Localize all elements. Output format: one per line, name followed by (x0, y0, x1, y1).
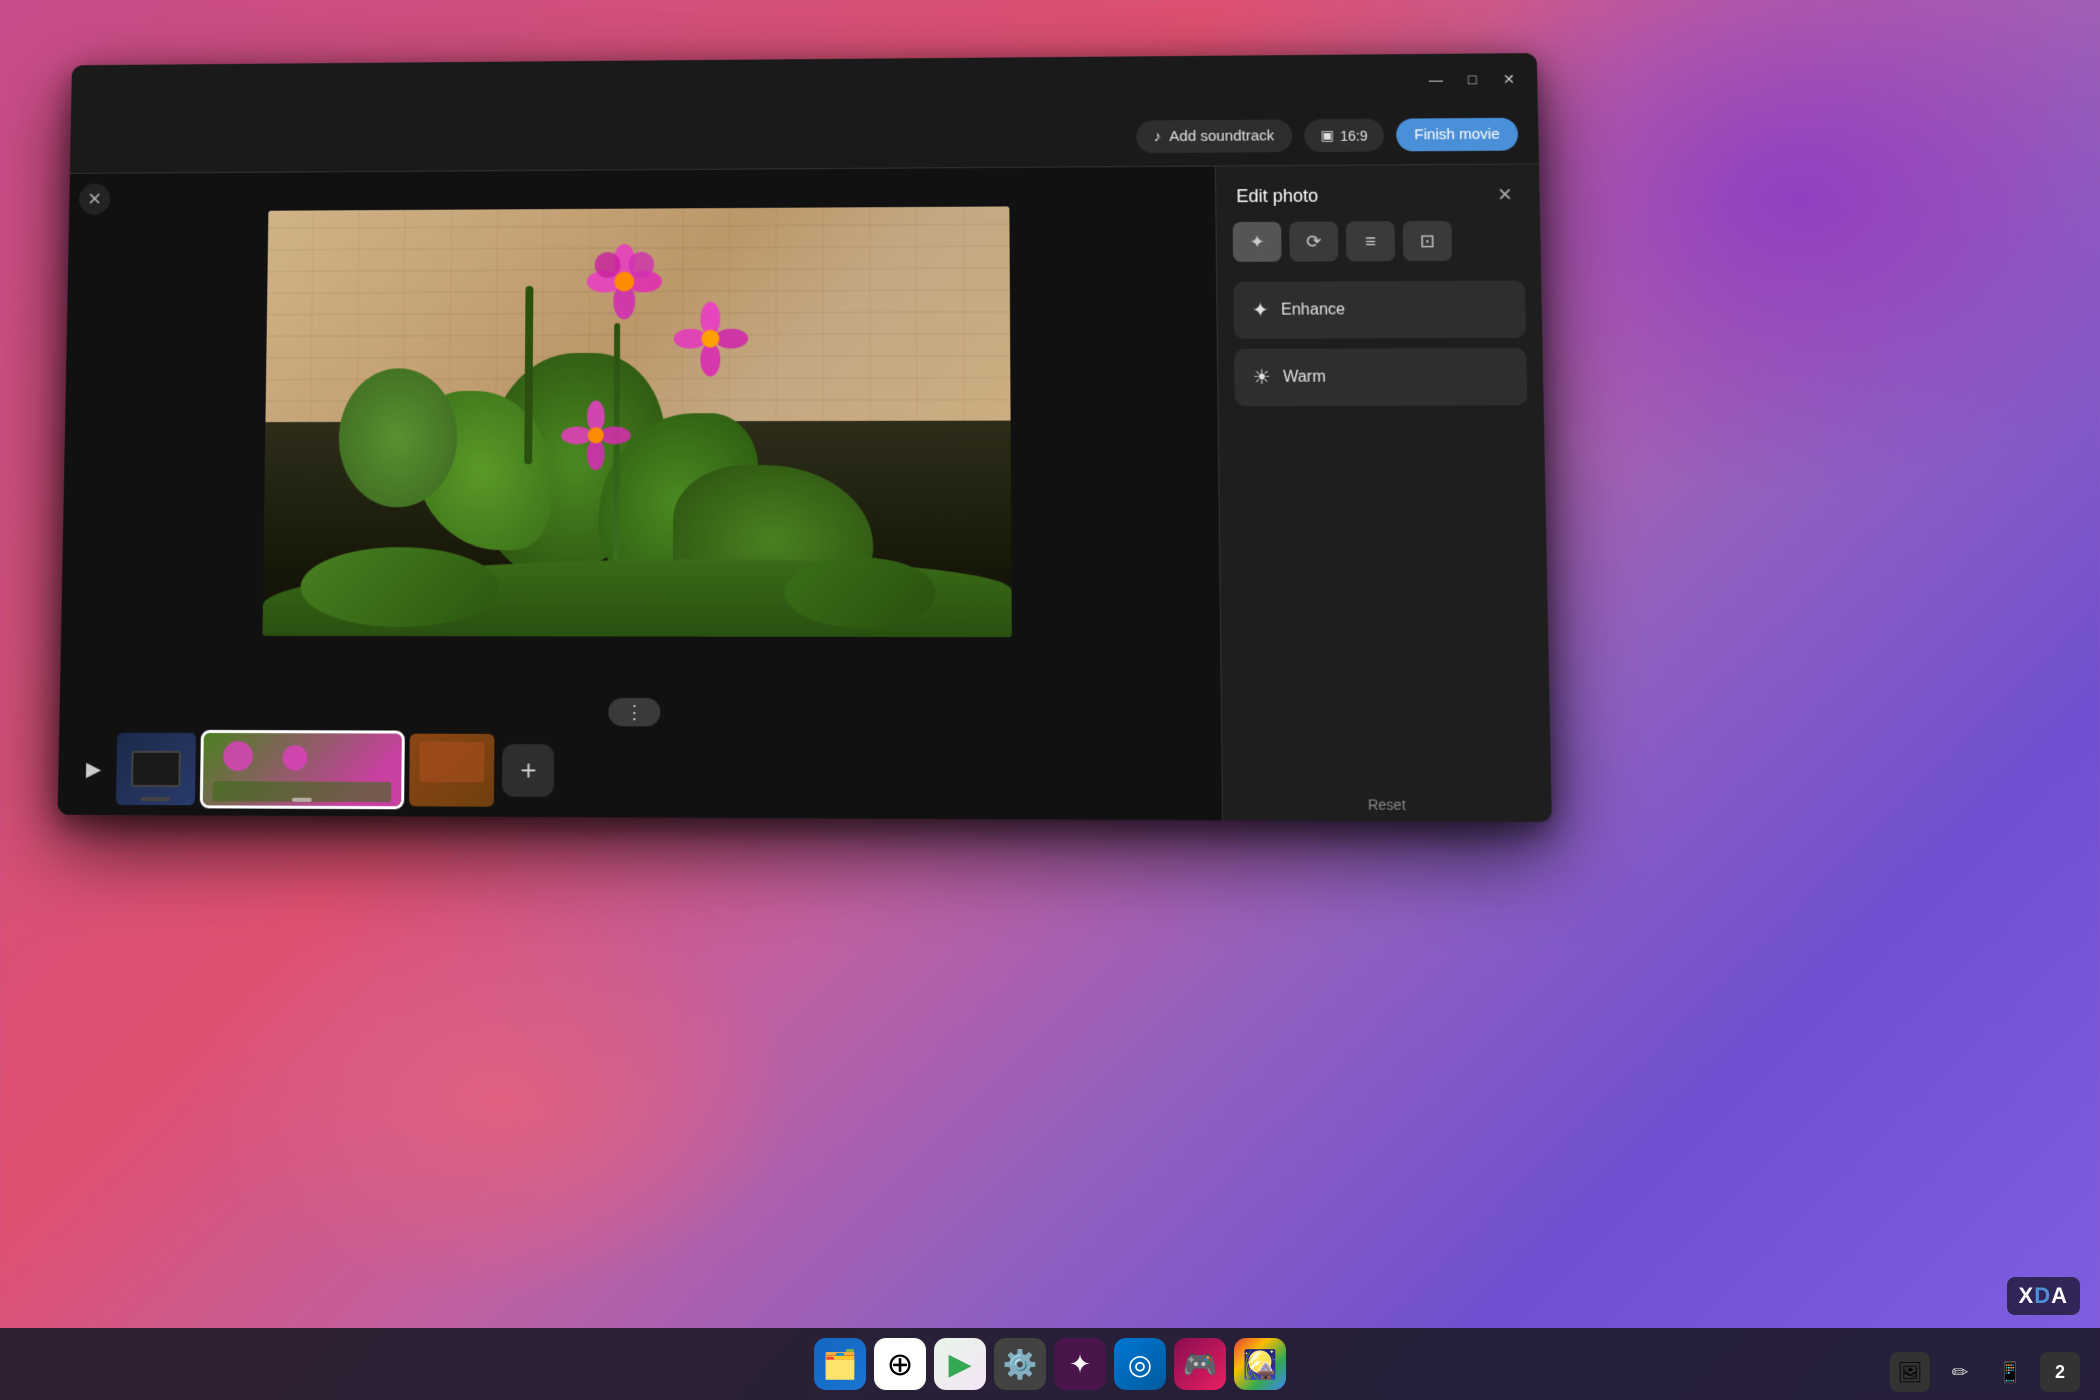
taskbar: 🗂️ ⊕ ▶ ⚙️ ✦ ◎ 🎮 🎑 🖼 ✏ 📱 2 (0, 1328, 2100, 1400)
add-icon: + (520, 754, 537, 786)
badge-number: 2 (2055, 1362, 2065, 1383)
add-soundtrack-label: Add soundtrack (1169, 127, 1274, 145)
flower-lower (561, 400, 631, 470)
clip-3[interactable] (409, 734, 494, 807)
warm-label: Warm (1283, 368, 1326, 386)
chrome-icon: ⊕ (887, 1345, 914, 1383)
app-window: — □ ✕ ♪ Add soundtrack ▣ 16:9 Finish mov… (58, 53, 1552, 822)
tab-adjust[interactable]: ≡ (1346, 221, 1395, 261)
enhance-label: Enhance (1281, 301, 1345, 319)
taskbar-edge[interactable]: ◎ (1114, 1338, 1166, 1390)
xda-watermark: XDA (2007, 1277, 2080, 1315)
finish-movie-label: Finish movie (1414, 126, 1500, 144)
clip-2[interactable] (203, 733, 402, 806)
xda-d: D (2034, 1283, 2051, 1308)
ratio-label: 16:9 (1340, 127, 1368, 143)
aspect-ratio-button[interactable]: ▣ 16:9 (1304, 119, 1384, 152)
taskbar-chrome[interactable]: ⊕ (874, 1338, 926, 1390)
top-toolbar: ♪ Add soundtrack ▣ 16:9 Finish movie (70, 105, 1539, 174)
files-icon: 🗂️ (823, 1348, 858, 1381)
close-button[interactable]: ✕ (1492, 65, 1525, 93)
finish-movie-button[interactable]: Finish movie (1396, 118, 1519, 152)
edit-panel: Edit photo ✕ ✦ ⟳ ≡ ⊡ ✦ Enhance (1215, 164, 1552, 822)
taskbar-photos[interactable]: 🎑 (1234, 1338, 1286, 1390)
taskbar-slack[interactable]: ✦ (1054, 1338, 1106, 1390)
play-store-icon: ▶ (948, 1347, 971, 1382)
play-button[interactable]: ▶ (78, 748, 110, 789)
ground-cover-1 (300, 548, 499, 628)
flower-top (584, 242, 664, 321)
tab-rotate[interactable]: ⟳ (1289, 221, 1338, 261)
taskbar-files[interactable]: 🗂️ (814, 1338, 866, 1390)
video-preview: ✕ (60, 167, 1220, 678)
sparkle-icon: ✦ (1249, 231, 1265, 252)
tab-crop[interactable]: ⊡ (1403, 221, 1452, 261)
timeline-area: ⋮ ▶ (58, 674, 1222, 820)
crop-icon: ⊡ (1420, 230, 1436, 251)
ground-cover-2 (785, 558, 936, 629)
main-content: ✕ (58, 167, 1222, 821)
sliders-icon: ≡ (1365, 231, 1376, 252)
close-icon: ✕ (1497, 184, 1513, 205)
preview-image (262, 206, 1011, 637)
edge-icon: ◎ (1128, 1348, 1152, 1381)
xda-a: A (2051, 1283, 2068, 1308)
edit-panel-title: Edit photo (1236, 185, 1318, 206)
timeline-strip: ▶ + (58, 732, 1222, 810)
plant-scene (262, 206, 1011, 637)
warm-icon: ☀ (1253, 365, 1272, 390)
tab-enhance[interactable]: ✦ (1233, 222, 1282, 262)
preview-close-button[interactable]: ✕ (79, 183, 111, 214)
minimize-button[interactable]: — (1419, 66, 1452, 94)
more-icon: ⋮ (625, 702, 643, 723)
ratio-icon: ▣ (1321, 127, 1335, 144)
drag-handle (292, 798, 312, 802)
xda-text: X (2019, 1283, 2035, 1308)
taskbar-app1[interactable]: 🎮 (1174, 1338, 1226, 1390)
maximize-button[interactable]: □ (1456, 65, 1489, 93)
flower-middle (673, 301, 748, 376)
reset-button[interactable]: Reset (1223, 788, 1552, 822)
title-bar: — □ ✕ (71, 53, 1538, 116)
tray-photos[interactable]: 🖼 (1890, 1352, 1930, 1392)
tray-badge[interactable]: 2 (2040, 1352, 2080, 1392)
add-soundtrack-button[interactable]: ♪ Add soundtrack (1136, 119, 1293, 153)
edit-panel-close-button[interactable]: ✕ (1490, 181, 1519, 209)
tray-pen[interactable]: ✏ (1940, 1352, 1980, 1392)
clip-1[interactable] (116, 733, 196, 806)
add-clip-button[interactable]: + (502, 744, 554, 797)
settings-icon: ⚙️ (1003, 1348, 1038, 1381)
tray-tablet[interactable]: 📱 (1990, 1352, 2030, 1392)
enhance-icon: ✦ (1252, 298, 1269, 323)
enhance-button[interactable]: ✦ Enhance (1233, 281, 1526, 339)
edit-options: ✦ Enhance ☀ Warm (1217, 272, 1551, 789)
photos-icon: 🎑 (1243, 1348, 1278, 1381)
tablet-icon: 📱 (1998, 1360, 2023, 1385)
more-options-button[interactable]: ⋮ (608, 698, 660, 726)
edit-panel-header: Edit photo ✕ (1216, 164, 1540, 222)
taskbar-settings[interactable]: ⚙️ (994, 1338, 1046, 1390)
edit-tabs: ✦ ⟳ ≡ ⊡ (1216, 220, 1541, 274)
music-icon: ♪ (1154, 128, 1162, 145)
rotate-icon: ⟳ (1306, 231, 1322, 252)
window-controls: — □ ✕ (1419, 65, 1525, 94)
pen-icon: ✏ (1952, 1360, 1969, 1385)
app1-icon: 🎮 (1183, 1348, 1218, 1381)
foliage-6 (524, 286, 533, 464)
warm-button[interactable]: ☀ Warm (1234, 348, 1527, 406)
play-icon: ▶ (86, 758, 102, 780)
taskbar-play-store[interactable]: ▶ (934, 1338, 986, 1390)
system-tray: 🖼 ✏ 📱 2 (1890, 1352, 2080, 1392)
slack-icon: ✦ (1069, 1349, 1091, 1380)
tray-photos-icon: 🖼 (1897, 1360, 1922, 1385)
